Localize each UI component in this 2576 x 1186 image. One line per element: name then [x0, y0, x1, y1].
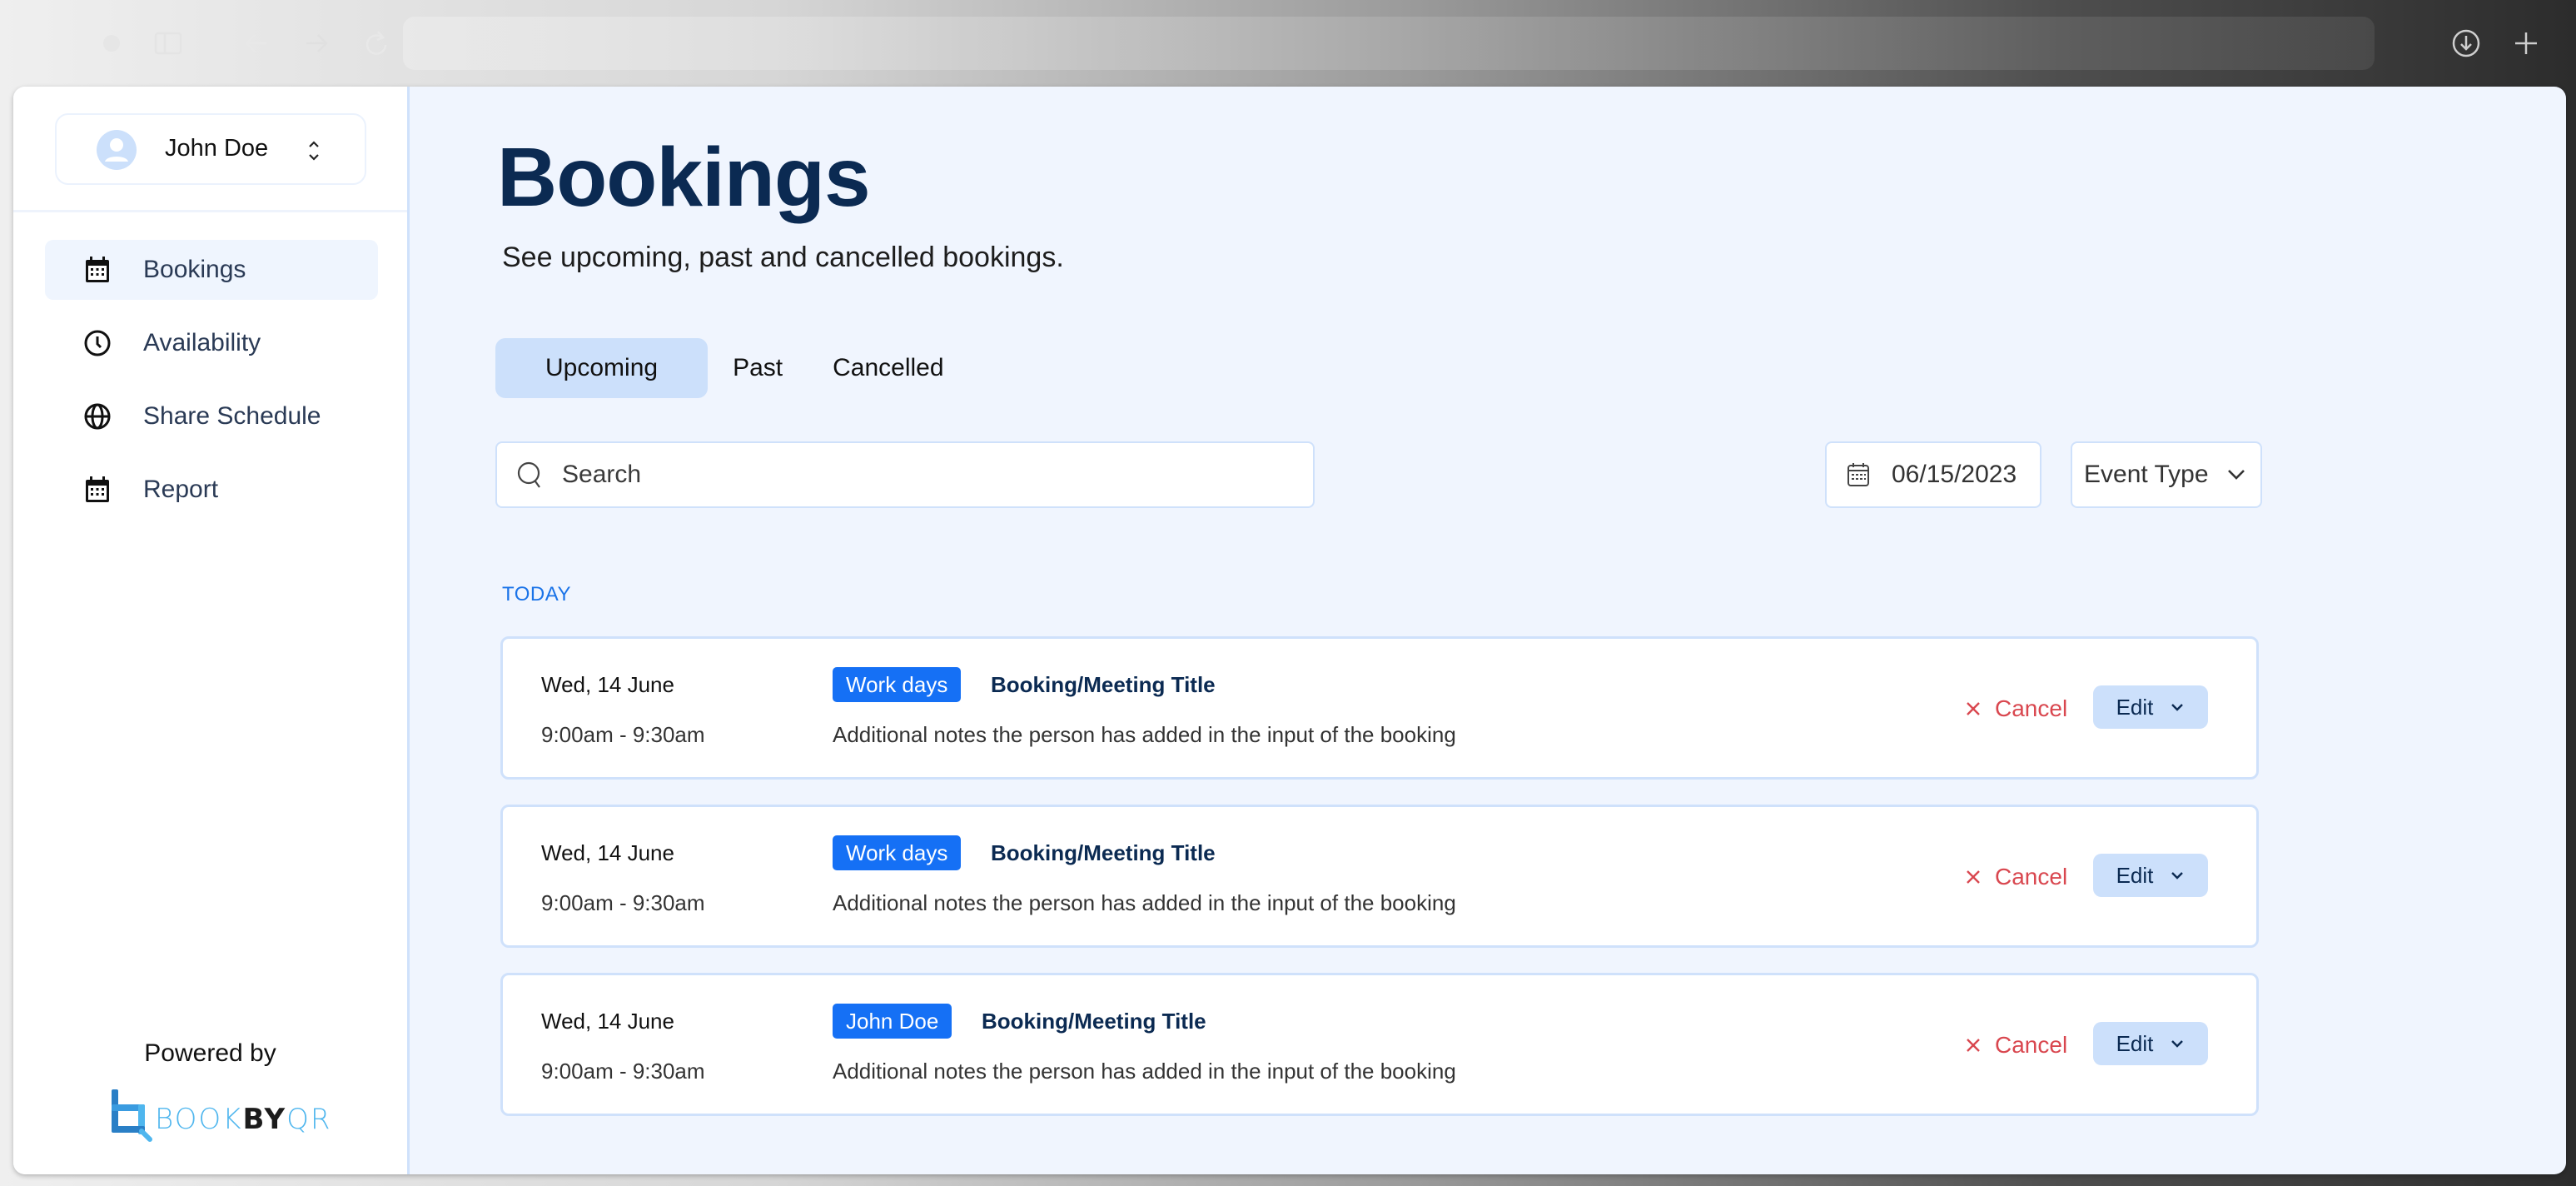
event-type-select[interactable]: Event Type: [2071, 441, 2262, 508]
calendar-icon: [86, 257, 109, 282]
sidebar-toggle-icon[interactable]: [150, 25, 186, 62]
booking-date: Wed, 14 June: [541, 840, 674, 865]
edit-button[interactable]: Edit: [2093, 1022, 2208, 1065]
booking-title: Booking/Meeting Title: [991, 840, 1216, 865]
booking-time: 9:00am - 9:30am: [541, 1059, 705, 1084]
event-type-badge: Work days: [833, 667, 962, 702]
sidebar: John Doe Bookings Availability Share Sch…: [13, 87, 410, 1174]
user-switcher[interactable]: John Doe: [55, 113, 366, 185]
sidebar-item-share-schedule[interactable]: Share Schedule: [45, 386, 378, 446]
booking-time: 9:00am - 9:30am: [541, 890, 705, 915]
user-name: John Doe: [165, 135, 269, 162]
logo-mark-icon: [112, 1089, 152, 1142]
app-window: John Doe Bookings Availability Share Sch…: [13, 87, 2566, 1174]
sidebar-item-label: Availability: [143, 329, 261, 356]
event-type-label: Event Type: [2084, 461, 2209, 488]
close-icon: [1967, 702, 1980, 715]
booking-card: Wed, 14 June 9:00am - 9:30am Work days B…: [500, 636, 2259, 780]
powered-by-label: Powered by: [144, 1039, 276, 1067]
sidebar-item-label: Share Schedule: [143, 402, 321, 430]
chevron-up-down-icon: [309, 141, 319, 161]
sidebar-divider: [13, 210, 407, 212]
sidebar-item-bookings[interactable]: Bookings: [45, 240, 378, 300]
booking-date: Wed, 14 June: [541, 1009, 674, 1034]
page-title: Bookings: [497, 131, 871, 224]
close-icon: [1967, 1039, 1980, 1052]
clock-icon: [84, 330, 111, 356]
event-type-badge: John Doe: [833, 1004, 952, 1039]
booking-date: Wed, 14 June: [541, 672, 674, 697]
chevron-down-icon: [2171, 872, 2184, 880]
booking-card: Wed, 14 June 9:00am - 9:30am Work days B…: [500, 805, 2259, 948]
booking-notes: Additional notes the person has added in…: [833, 1059, 1456, 1084]
tab-past[interactable]: Past: [708, 338, 808, 398]
booking-notes: Additional notes the person has added in…: [833, 890, 1456, 915]
sidebar-item-label: Bookings: [143, 256, 246, 283]
search-input[interactable]: [562, 461, 1295, 489]
search-box: [495, 441, 1315, 508]
cancel-button[interactable]: Cancel: [1965, 1032, 2067, 1059]
chevron-down-icon: [2171, 1040, 2184, 1048]
chevron-down-icon: [2171, 704, 2184, 711]
page-subtitle: See upcoming, past and cancelled booking…: [502, 242, 1064, 273]
date-filter[interactable]: 06/15/2023: [1825, 441, 2041, 508]
cancel-button[interactable]: Cancel: [1965, 864, 2067, 890]
avatar: [97, 130, 137, 170]
booking-title: Booking/Meeting Title: [991, 672, 1216, 697]
section-label-today: TODAY: [502, 583, 571, 605]
globe-icon: [84, 403, 111, 430]
search-icon: [517, 461, 540, 488]
booking-notes: Additional notes the person has added in…: [833, 722, 1456, 747]
booking-tabs: Upcoming Past Cancelled: [495, 338, 969, 398]
forward-arrow-icon[interactable]: [298, 25, 335, 62]
event-type-badge: Work days: [833, 835, 962, 870]
booking-card: Wed, 14 June 9:00am - 9:30am John Doe Bo…: [500, 973, 2259, 1116]
sidebar-nav: Bookings Availability Share Schedule Rep…: [45, 240, 378, 533]
logo-wordmark: BOOKBYQR: [155, 1103, 332, 1136]
sidebar-item-label: Report: [143, 476, 219, 503]
booking-title: Booking/Meeting Title: [982, 1009, 1206, 1034]
edit-button[interactable]: Edit: [2093, 685, 2208, 729]
date-filter-value: 06/15/2023: [1892, 461, 2017, 488]
sidebar-item-report[interactable]: Report: [45, 460, 378, 520]
bookbyqr-logo: BOOKBYQR: [110, 1086, 331, 1144]
tab-upcoming[interactable]: Upcoming: [495, 338, 709, 398]
calendar-icon: [1847, 463, 1869, 486]
browser-toolbar: [0, 0, 2576, 87]
reload-icon[interactable]: [358, 25, 395, 62]
cancel-button[interactable]: Cancel: [1965, 695, 2067, 722]
tab-cancelled[interactable]: Cancelled: [808, 338, 968, 398]
edit-button[interactable]: Edit: [2093, 854, 2208, 897]
back-arrow-icon[interactable]: [238, 25, 275, 62]
address-bar[interactable]: [403, 17, 2375, 70]
booking-time: 9:00am - 9:30am: [541, 722, 705, 747]
close-icon: [1967, 870, 1980, 884]
main-content: Bookings See upcoming, past and cancelle…: [412, 87, 2566, 1174]
window-dot-icon: [93, 25, 130, 62]
booking-list: Wed, 14 June 9:00am - 9:30am Work days B…: [500, 636, 2259, 1141]
sidebar-item-availability[interactable]: Availability: [45, 313, 378, 373]
chevron-down-icon: [2227, 470, 2245, 480]
new-tab-plus-icon[interactable]: [2508, 25, 2544, 62]
download-icon[interactable]: [2448, 25, 2484, 62]
calendar-icon: [86, 476, 109, 502]
